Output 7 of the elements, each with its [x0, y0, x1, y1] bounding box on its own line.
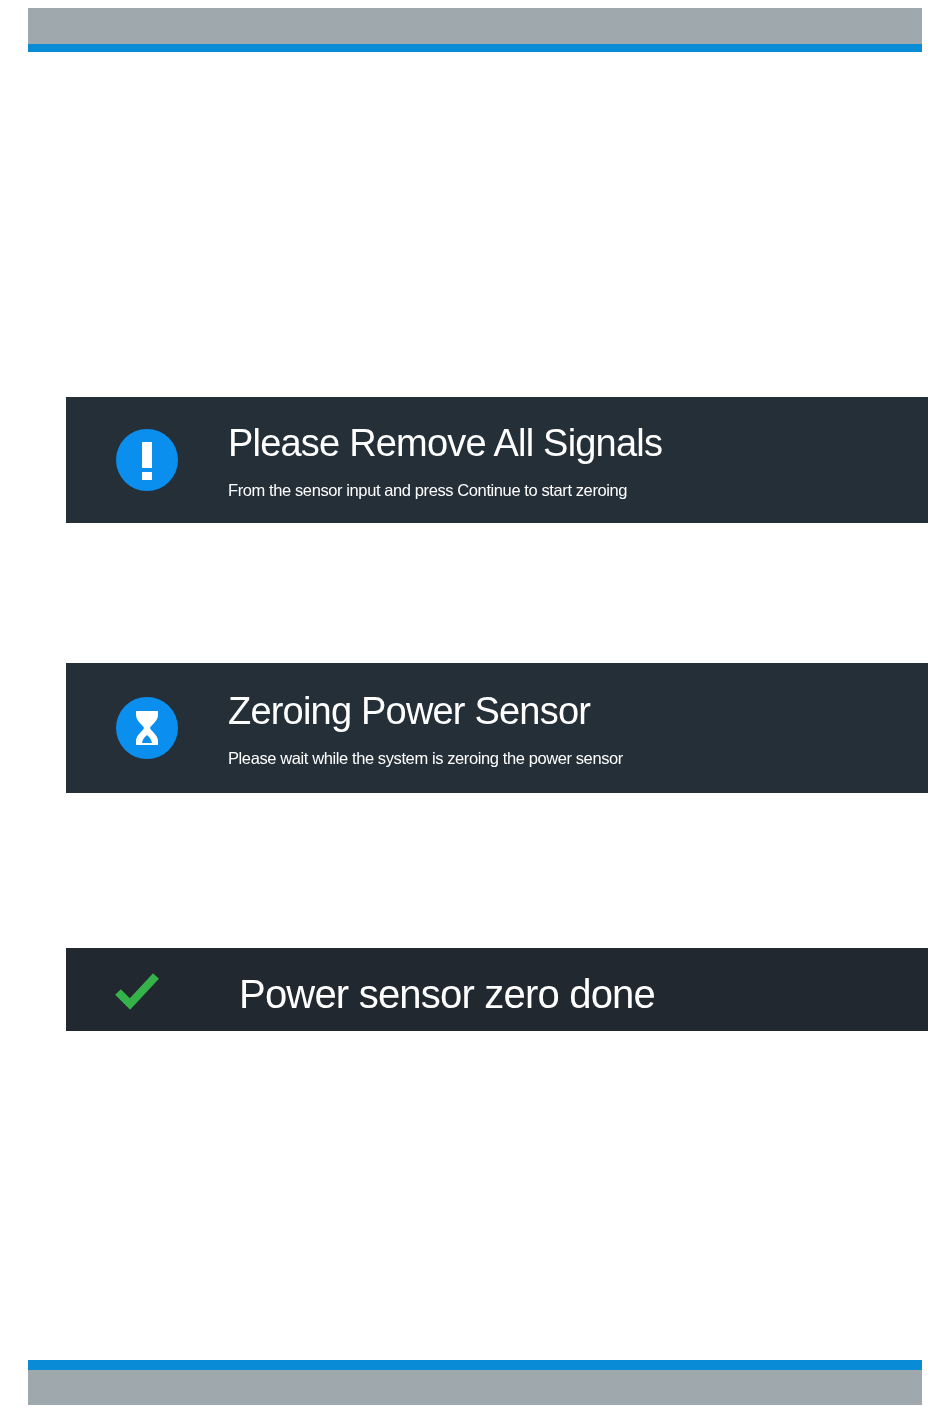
message-title: Please Remove All Signals [228, 420, 663, 465]
message-text: Please wait while the system is zeroing the power sensor [228, 748, 623, 768]
message-text: From the sensor input and press Continue to start zeroing [228, 480, 629, 500]
message-title: Power sensor zero done [239, 971, 655, 1016]
hourglass-icon [116, 697, 178, 759]
warning-icon [116, 429, 178, 491]
message-title: Zeroing Power Sensor [228, 688, 592, 733]
